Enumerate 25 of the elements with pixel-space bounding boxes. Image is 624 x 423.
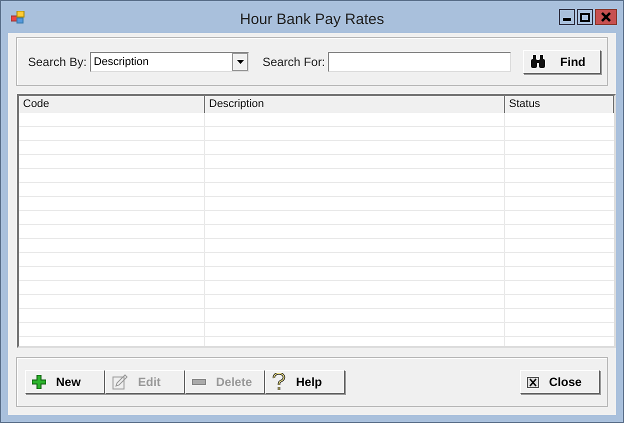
close-button[interactable]: Close	[520, 370, 600, 394]
close-window-button[interactable]	[595, 9, 617, 25]
search-by-label: Search By:	[28, 54, 87, 68]
search-field[interactable]	[328, 52, 512, 72]
maximize-icon	[580, 12, 590, 22]
window-title: Hour Bank Pay Rates	[238, 11, 386, 28]
close-icon	[527, 376, 539, 388]
column-header[interactable]: Description	[205, 96, 505, 114]
minimize-button[interactable]	[559, 9, 575, 25]
pencil-icon	[112, 374, 128, 390]
binoculars-icon	[530, 55, 546, 68]
maximize-button[interactable]	[577, 9, 593, 25]
search-by-dropdown[interactable]: Description	[90, 52, 250, 72]
close-icon	[601, 12, 611, 22]
column-header[interactable]: Code	[19, 96, 205, 114]
help-button[interactable]: Help	[265, 370, 345, 394]
minus-icon	[192, 379, 206, 385]
plus-icon	[32, 375, 46, 389]
find-button[interactable]: Find	[523, 50, 601, 74]
app-icon	[11, 10, 25, 24]
question-icon	[272, 373, 286, 391]
caret-icon	[236, 60, 244, 64]
column-header[interactable]: Status	[505, 96, 614, 114]
new-button[interactable]: New	[25, 370, 105, 394]
search-for-label: Search For:	[262, 54, 326, 68]
